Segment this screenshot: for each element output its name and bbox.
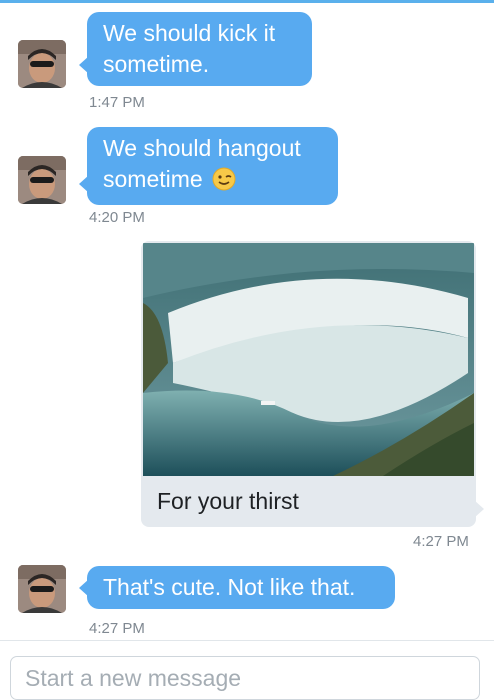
avatar[interactable]	[18, 565, 66, 613]
message-timestamp: 4:27 PM	[89, 620, 145, 637]
winking-face-icon	[212, 167, 236, 199]
composer-divider	[0, 640, 494, 641]
top-accent-line	[0, 0, 494, 3]
photo-message-card[interactable]: For your thirst	[141, 241, 476, 527]
avatar[interactable]	[18, 156, 66, 204]
message-text: We should hangout sometime	[103, 135, 301, 192]
message-composer[interactable]	[10, 656, 480, 700]
message-timestamp: 4:27 PM	[413, 533, 469, 550]
waterfall-photo[interactable]	[143, 243, 474, 476]
message-bubble[interactable]: That's cute. Not like that.	[79, 566, 395, 609]
message-text: That's cute. Not like that.	[103, 574, 356, 600]
message-input[interactable]	[23, 657, 467, 699]
message-bubble[interactable]: We should kick it sometime.	[79, 12, 312, 86]
message-timestamp: 4:20 PM	[89, 209, 145, 226]
message-bubble[interactable]: We should hangout sometime	[79, 127, 338, 205]
message-text: We should kick it sometime.	[103, 20, 276, 77]
message-timestamp: 1:47 PM	[89, 94, 145, 111]
avatar[interactable]	[18, 40, 66, 88]
outgoing-tail	[474, 500, 484, 518]
photo-caption: For your thirst	[157, 488, 299, 514]
